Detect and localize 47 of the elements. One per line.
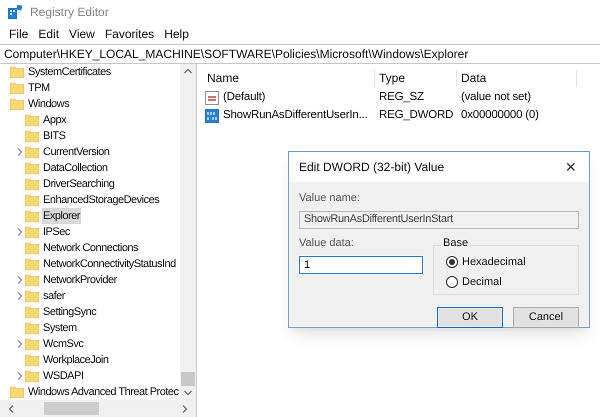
tree-item[interactable]: Network Connections: [42, 240, 140, 256]
field-label: Value data:: [299, 236, 355, 250]
value-name-field[interactable]: ShowRunAsDifferentUserInStart: [299, 210, 579, 228]
table-cell-text: (Default): [223, 90, 266, 106]
tree-item[interactable]: Explorer: [42, 208, 81, 224]
tree-item[interactable]: WSDAPI: [42, 368, 84, 384]
table-cell-text: 0x00000000 (0): [460, 108, 540, 124]
tree-item[interactable]: NetworkConnectivityStatusInd: [42, 256, 177, 272]
tree-item[interactable]: SettingSync: [42, 304, 98, 320]
tree-item[interactable]: DriverSearching: [42, 176, 116, 192]
tree-item[interactable]: System: [42, 320, 78, 336]
dialog-title: Edit DWORD (32-bit) Value: [299, 159, 444, 176]
tree-item[interactable]: CurrentVersion: [42, 144, 110, 160]
address-bar[interactable]: Computer\HKEY_LOCAL_MACHINE\SOFTWARE\Policies\Microsoft\Windows\Explorer: [0, 44, 600, 64]
tree-item[interactable]: Windows Advanced Threat Protec: [27, 384, 180, 400]
tree-item[interactable]: EnhancedStorageDevices: [42, 192, 160, 208]
menu-item[interactable]: Favorites: [100, 25, 160, 43]
tree-item[interactable]: Windows: [27, 96, 70, 112]
value-data-input[interactable]: 1: [299, 256, 423, 274]
radio-label[interactable]: Decimal: [462, 274, 502, 290]
tree-item[interactable]: NetworkProvider: [42, 272, 118, 288]
tree-item[interactable]: SystemCertificates: [27, 64, 112, 80]
tree-item[interactable]: WorkplaceJoin: [42, 352, 110, 368]
ok-button[interactable]: OK: [437, 307, 503, 328]
tree-item[interactable]: Appx: [42, 112, 68, 128]
table-cell-text: ShowRunAsDifferentUserIn...: [223, 108, 368, 124]
cancel-button[interactable]: Cancel: [513, 307, 579, 328]
table-cell-text: (value not set): [460, 90, 532, 106]
menu-item[interactable]: Edit: [33, 25, 64, 43]
field-label: Value name:: [299, 191, 361, 206]
table-cell-text: REG_DWORD: [378, 108, 454, 124]
radio-label[interactable]: Hexadecimal: [462, 254, 526, 270]
tree-item[interactable]: WcmSvc: [42, 336, 84, 352]
menu-item[interactable]: Help: [159, 25, 194, 43]
tree-item[interactable]: DataCollection: [42, 160, 109, 176]
tree-item[interactable]: IPSec: [42, 224, 71, 240]
menu-item[interactable]: File: [4, 25, 34, 43]
close-button[interactable]: ✕: [561, 156, 581, 178]
column-header[interactable]: Name: [203, 69, 375, 87]
tree-item[interactable]: BITS: [42, 128, 66, 144]
tree-item[interactable]: safer: [42, 288, 66, 304]
table-cell-text: REG_SZ: [378, 90, 425, 106]
tree-item[interactable]: TPM: [27, 80, 51, 96]
window-title: Registry Editor: [30, 4, 109, 21]
column-header[interactable]: Data: [457, 69, 577, 87]
column-header[interactable]: Type: [375, 69, 457, 87]
menu-item[interactable]: View: [64, 25, 100, 43]
